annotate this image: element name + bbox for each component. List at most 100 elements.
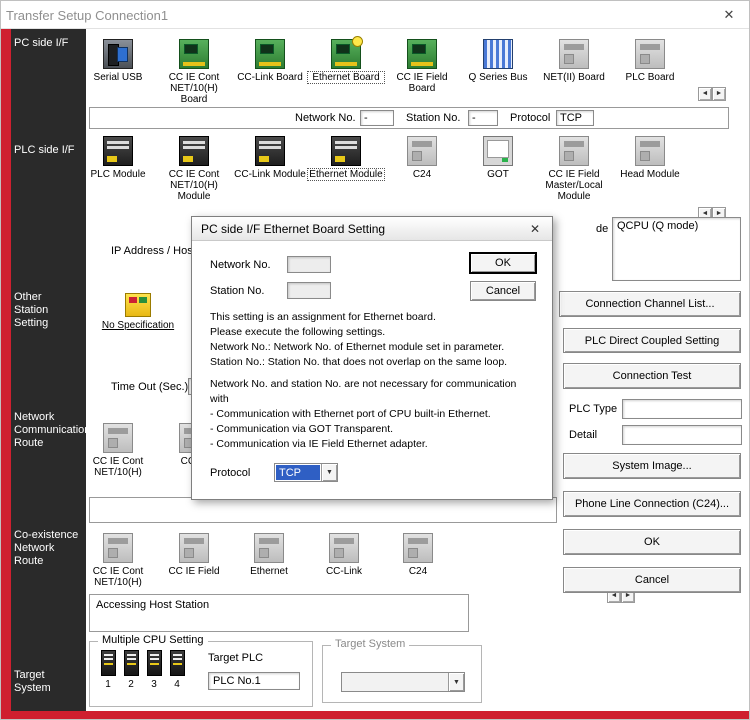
- plcif-ethernet-module[interactable]: Ethernet Module: [308, 136, 384, 180]
- pcif-plc-board[interactable]: PLC Board: [612, 39, 688, 83]
- connection-channel-list-button[interactable]: Connection Channel List...: [559, 291, 741, 317]
- dialog-title: PC side I/F Ethernet Board Setting: [201, 222, 385, 236]
- cpu-slot-3[interactable]: 3: [144, 650, 164, 690]
- cpu-slot-4[interactable]: 4: [167, 650, 187, 690]
- plcif-head-module[interactable]: Head Module: [612, 136, 688, 180]
- pcif-netii-board[interactable]: NET(II) Board: [536, 39, 612, 83]
- cpu-mode-box: QCPU (Q mode): [612, 217, 741, 281]
- coex-c24[interactable]: C24: [380, 533, 456, 577]
- icon-label: CC IE Cont NET/10(H) Board: [156, 72, 232, 105]
- plc-direct-coupled-button[interactable]: PLC Direct Coupled Setting: [563, 328, 741, 353]
- chevron-down-icon[interactable]: ▼: [448, 673, 464, 691]
- pcif-q-series-bus[interactable]: Q Series Bus: [460, 39, 536, 83]
- ccie-cont-route-icon: [103, 423, 133, 453]
- icon-label: CC IE Field Master/Local Module: [536, 169, 612, 202]
- host-station-box: Accessing Host Station: [89, 594, 469, 632]
- protocol-value: TCP: [556, 110, 594, 126]
- ccie-cont-board-icon: [179, 39, 209, 69]
- scroll-left-icon[interactable]: ◄: [698, 87, 712, 101]
- icon-label: PLC Board: [612, 72, 688, 83]
- ok-button[interactable]: OK: [563, 529, 741, 555]
- cpu-slot-number: 2: [121, 679, 141, 690]
- cpu-slot-2[interactable]: 2: [121, 650, 141, 690]
- icon-label: CC-Link Module: [232, 169, 308, 180]
- ccie-field-master-icon: [559, 136, 589, 166]
- cpu-slot-1[interactable]: 1: [98, 650, 118, 690]
- plcif-ccie-cont-module[interactable]: CC IE Cont NET/10(H) Module: [156, 136, 232, 202]
- multiple-cpu-group: Multiple CPU Setting 1 2 3 4 Target PLC …: [89, 641, 313, 707]
- pcif-ethernet-board[interactable]: Ethernet Board: [308, 39, 384, 83]
- icon-label: Head Module: [612, 169, 688, 180]
- connection-test-button[interactable]: Connection Test: [563, 363, 741, 389]
- network-route-detail-box: [89, 497, 557, 523]
- netroute-ccie-cont[interactable]: CC IE Cont NET/10(H): [80, 423, 156, 478]
- target-system-dropdown[interactable]: ▼: [341, 672, 465, 692]
- icon-label: No Specification: [90, 320, 186, 331]
- plcif-ccie-field-master[interactable]: CC IE Field Master/Local Module: [536, 136, 612, 202]
- plcif-plc-module[interactable]: PLC Module: [80, 136, 156, 180]
- ccie-field-board-icon: [407, 39, 437, 69]
- window-title: Transfer Setup Connection1: [6, 8, 168, 23]
- station-info-bar: Network No. - Station No. - Protocol TCP: [89, 107, 729, 129]
- sidebar-item-network-route: Network Communication Route: [14, 411, 90, 450]
- dialog-protocol-value: TCP: [276, 465, 320, 480]
- icon-label: NET(II) Board: [536, 72, 612, 83]
- ccie-cont-module-icon: [179, 136, 209, 166]
- chevron-down-icon[interactable]: ▼: [321, 464, 337, 481]
- icon-label: Serial USB: [80, 72, 156, 83]
- dialog-protocol-dropdown[interactable]: TCP ▼: [274, 463, 338, 482]
- plcif-got[interactable]: GOT: [460, 136, 536, 180]
- pcif-ccie-field-board[interactable]: CC IE Field Board: [384, 39, 460, 94]
- pc-side-scroll: ◄ ►: [698, 87, 726, 101]
- cancel-button[interactable]: Cancel: [563, 567, 741, 593]
- host-station-text: Accessing Host Station: [96, 599, 209, 611]
- window-close-icon[interactable]: ✕: [721, 7, 737, 23]
- scroll-right-icon[interactable]: ►: [712, 87, 726, 101]
- dialog-station-no-input[interactable]: [287, 282, 331, 299]
- plcif-cclink-module[interactable]: CC-Link Module: [232, 136, 308, 180]
- dialog-network-no-input[interactable]: [287, 256, 331, 273]
- dialog-network-no-label: Network No.: [210, 259, 271, 271]
- detail-label: Detail: [569, 429, 597, 441]
- cclink-module-icon: [255, 136, 285, 166]
- cpu-slot-icon: [147, 650, 162, 676]
- cpu-slot-number: 1: [98, 679, 118, 690]
- icon-label: CC IE Field Board: [384, 72, 460, 94]
- icon-label: Ethernet Board: [308, 72, 384, 83]
- pcif-ccie-cont-board[interactable]: CC IE Cont NET/10(H) Board: [156, 39, 232, 105]
- pcif-serial-usb[interactable]: Serial USB: [80, 39, 156, 83]
- cpu-mode-label: de: [596, 223, 608, 235]
- c24-icon: [407, 136, 437, 166]
- coex-cclink[interactable]: CC-Link: [306, 533, 382, 577]
- target-plc-label: Target PLC: [208, 652, 263, 664]
- station-no-value: -: [468, 110, 498, 126]
- dialog-ok-button[interactable]: OK: [470, 253, 536, 273]
- coex-ccie-field[interactable]: CC IE Field: [156, 533, 232, 577]
- yellow-tag-icon: [352, 36, 363, 47]
- plc-board-icon: [635, 39, 665, 69]
- pcif-cclink-board[interactable]: CC-Link Board: [232, 39, 308, 83]
- cclink-coex-icon: [329, 533, 359, 563]
- station-no-label: Station No.: [406, 112, 460, 124]
- phone-line-connection-button[interactable]: Phone Line Connection (C24)...: [563, 491, 741, 517]
- dialog-cancel-button[interactable]: Cancel: [470, 281, 536, 301]
- timeout-label: Time Out (Sec.): [111, 381, 188, 393]
- icon-label: CC IE Cont NET/10(H) Module: [156, 169, 232, 202]
- dialog-close-icon[interactable]: ✕: [527, 221, 543, 237]
- cpu-slot-icon: [124, 650, 139, 676]
- sidebar-item-other-station: Other Station Setting: [14, 291, 48, 330]
- network-no-label: Network No.: [295, 112, 356, 124]
- cpu-slot-icon: [170, 650, 185, 676]
- transfer-setup-window: Transfer Setup Connection1 ✕ PC side I/F…: [0, 0, 750, 720]
- q-series-bus-icon: [483, 39, 513, 69]
- icon-label: C24: [384, 169, 460, 180]
- cpu-slot-number: 3: [144, 679, 164, 690]
- icon-label: GOT: [460, 169, 536, 180]
- dialog-info-text-1: This setting is an assignment for Ethern…: [210, 310, 542, 370]
- coex-ethernet[interactable]: Ethernet: [231, 533, 307, 577]
- other-station-no-specification[interactable]: No Specification: [90, 293, 186, 331]
- plcif-c24[interactable]: C24: [384, 136, 460, 180]
- icon-label: Q Series Bus: [460, 72, 536, 83]
- system-image-button[interactable]: System Image...: [563, 453, 741, 479]
- coex-ccie-cont[interactable]: CC IE Cont NET/10(H): [80, 533, 156, 588]
